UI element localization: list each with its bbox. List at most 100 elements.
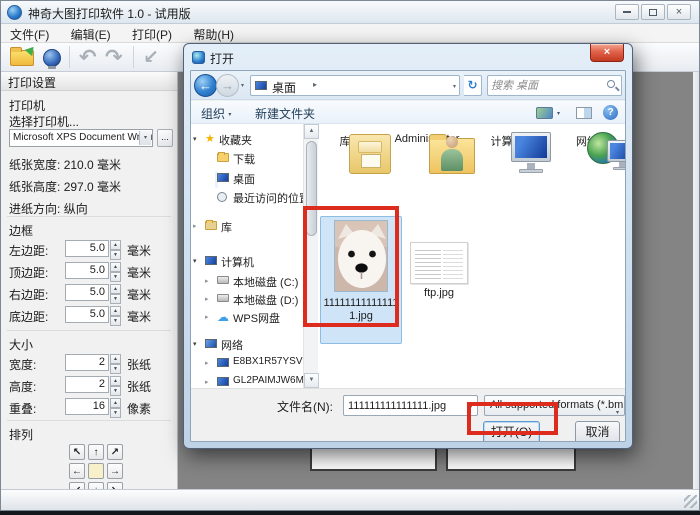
file-item-network[interactable]: 网络 bbox=[554, 130, 620, 149]
undo-icon[interactable]: ↶ bbox=[79, 45, 97, 70]
maximize-button[interactable] bbox=[641, 4, 665, 20]
filename-combo[interactable]: ▾ bbox=[343, 395, 478, 416]
expand-icon[interactable]: ▸ bbox=[205, 359, 209, 367]
margin-bottom-unit: 毫米 bbox=[127, 308, 151, 325]
margin-left-input[interactable]: 5.0 bbox=[65, 240, 109, 257]
arrange-section-label: 排列 bbox=[9, 426, 33, 443]
redo-icon[interactable]: ↷ bbox=[105, 45, 123, 70]
overlap-stepper[interactable] bbox=[110, 398, 121, 415]
width-unit: 张纸 bbox=[127, 356, 151, 373]
address-bar[interactable]: 桌面 ▸ ▾ bbox=[250, 75, 460, 96]
margin-right-stepper[interactable] bbox=[110, 284, 121, 301]
back-button[interactable]: ← bbox=[194, 74, 217, 97]
printer-select[interactable]: Microsoft XPS Document Writer ▾ bbox=[9, 129, 153, 147]
file-item-ftp[interactable]: ftp.jpg bbox=[404, 242, 474, 299]
margin-bottom-stepper[interactable] bbox=[110, 306, 121, 323]
menu-bar: 文件(F) 编辑(E) 打印(P) 帮助(H) bbox=[1, 24, 699, 43]
computer-icon bbox=[205, 256, 217, 265]
menu-help[interactable]: 帮助(H) bbox=[184, 24, 243, 43]
margin-top-stepper[interactable] bbox=[110, 262, 121, 279]
arrange-right-button[interactable]: → bbox=[107, 463, 123, 479]
choose-printer-link[interactable]: 选择打印机... bbox=[9, 113, 79, 130]
width-stepper[interactable] bbox=[110, 354, 121, 371]
margin-top-input[interactable]: 5.0 bbox=[65, 262, 109, 279]
cancel-button[interactable]: 取消 bbox=[575, 421, 620, 442]
width-input[interactable]: 2 bbox=[65, 354, 109, 371]
margin-left-label: 左边距: bbox=[9, 242, 48, 259]
feed-direction-value: 纵向 bbox=[64, 202, 88, 216]
views-icon[interactable] bbox=[536, 107, 553, 119]
expand-icon[interactable]: ▸ bbox=[193, 222, 197, 230]
expand-icon[interactable]: ▸ bbox=[205, 277, 209, 285]
address-location[interactable]: 桌面 bbox=[272, 79, 296, 96]
open-image-icon[interactable] bbox=[10, 50, 34, 66]
arrange-center-button[interactable] bbox=[88, 463, 104, 479]
height-stepper[interactable] bbox=[110, 376, 121, 393]
file-item-libraries[interactable]: 库 bbox=[312, 130, 378, 149]
dialog-icon bbox=[192, 51, 205, 64]
close-button[interactable]: × bbox=[667, 4, 691, 20]
dialog-close-button[interactable]: × bbox=[590, 44, 624, 62]
scroll-down-icon[interactable]: ▼ bbox=[304, 373, 319, 388]
arrange-up-left-button[interactable]: ↖ bbox=[69, 444, 85, 460]
folder-tree: ▾★收藏夹 下载 桌面 最近访问的位置 ▸库 ▾计算机 ▸本地磁盘 (C:) ▸… bbox=[191, 124, 303, 388]
dialog-body: ← → ▾ 桌面 ▸ ▾ ↻ 组织 ▾ 新建文件夹 ▾ ? bbox=[190, 70, 626, 442]
camera-icon[interactable] bbox=[43, 49, 61, 67]
arrange-up-button[interactable]: ↑ bbox=[88, 444, 104, 460]
overlap-unit: 像素 bbox=[127, 400, 151, 417]
forward-button[interactable]: → bbox=[216, 74, 239, 97]
overlap-label: 重叠: bbox=[9, 400, 36, 417]
margin-left-stepper[interactable] bbox=[110, 240, 121, 257]
divider bbox=[7, 216, 171, 217]
menu-edit[interactable]: 编辑(E) bbox=[62, 24, 120, 43]
help-icon[interactable]: ? bbox=[603, 105, 618, 120]
chevron-down-icon: ▾ bbox=[228, 112, 231, 118]
search-input[interactable] bbox=[491, 77, 601, 94]
file-item-computer[interactable]: 计算机 bbox=[474, 130, 540, 149]
menu-print[interactable]: 打印(P) bbox=[123, 24, 181, 43]
panel-header: 打印设置 bbox=[1, 72, 177, 91]
organize-menu[interactable]: 组织 ▾ bbox=[201, 105, 231, 122]
ftp-file-icon bbox=[410, 242, 468, 284]
resize-grip[interactable] bbox=[684, 495, 697, 508]
search-box[interactable] bbox=[487, 75, 622, 96]
close-icon: × bbox=[676, 6, 682, 18]
expand-icon[interactable]: ▾ bbox=[193, 340, 197, 348]
margin-bottom-label: 底边距: bbox=[9, 308, 48, 325]
arrange-left-button[interactable]: ← bbox=[69, 463, 85, 479]
preview-pane-icon[interactable] bbox=[576, 107, 592, 119]
divider bbox=[7, 420, 171, 421]
address-dropdown-icon[interactable]: ▾ bbox=[453, 83, 456, 90]
menu-file[interactable]: 文件(F) bbox=[1, 24, 58, 43]
libraries-icon bbox=[349, 134, 391, 174]
expand-icon[interactable]: ▾ bbox=[193, 257, 197, 265]
command-bar: 组织 ▾ 新建文件夹 ▾ ? bbox=[191, 101, 625, 124]
chevron-down-icon[interactable]: ▾ bbox=[139, 131, 151, 145]
refresh-button[interactable]: ↻ bbox=[464, 75, 482, 96]
expand-icon[interactable]: ▸ bbox=[205, 295, 209, 303]
expand-icon[interactable]: ▸ bbox=[205, 378, 209, 386]
arrange-up-right-button[interactable]: ↗ bbox=[107, 444, 123, 460]
filename-input[interactable] bbox=[348, 398, 460, 413]
open-dialog: 打开 × ← → ▾ 桌面 ▸ ▾ ↻ 组织 ▾ 新建文件夹 ▾ bbox=[183, 43, 633, 449]
status-bar bbox=[1, 489, 699, 510]
margin-right-input[interactable]: 5.0 bbox=[65, 284, 109, 301]
height-input[interactable]: 2 bbox=[65, 376, 109, 393]
filename-label: 文件名(N): bbox=[277, 398, 333, 415]
views-dropdown-icon[interactable]: ▾ bbox=[557, 110, 560, 117]
network-pc-icon bbox=[217, 358, 229, 367]
history-dropdown-icon[interactable]: ▾ bbox=[241, 82, 244, 89]
minimize-button[interactable] bbox=[615, 4, 639, 20]
breadcrumb-arrow-icon[interactable]: ▸ bbox=[313, 80, 317, 89]
tree-item-desktop[interactable]: 桌面 bbox=[215, 171, 218, 188]
overlap-input[interactable]: 16 bbox=[65, 398, 109, 415]
printer-browse-button[interactable]: ... bbox=[157, 129, 173, 147]
transform-icon[interactable]: ↙ bbox=[143, 46, 159, 69]
disk-icon bbox=[217, 294, 229, 302]
file-item-administrator[interactable]: Administrator bbox=[394, 130, 460, 145]
expand-icon[interactable]: ▸ bbox=[205, 313, 209, 321]
new-folder-button[interactable]: 新建文件夹 bbox=[255, 105, 315, 122]
margin-bottom-input[interactable]: 5.0 bbox=[65, 306, 109, 323]
expand-icon[interactable]: ▾ bbox=[193, 135, 197, 143]
toolbar-separator bbox=[69, 46, 70, 68]
